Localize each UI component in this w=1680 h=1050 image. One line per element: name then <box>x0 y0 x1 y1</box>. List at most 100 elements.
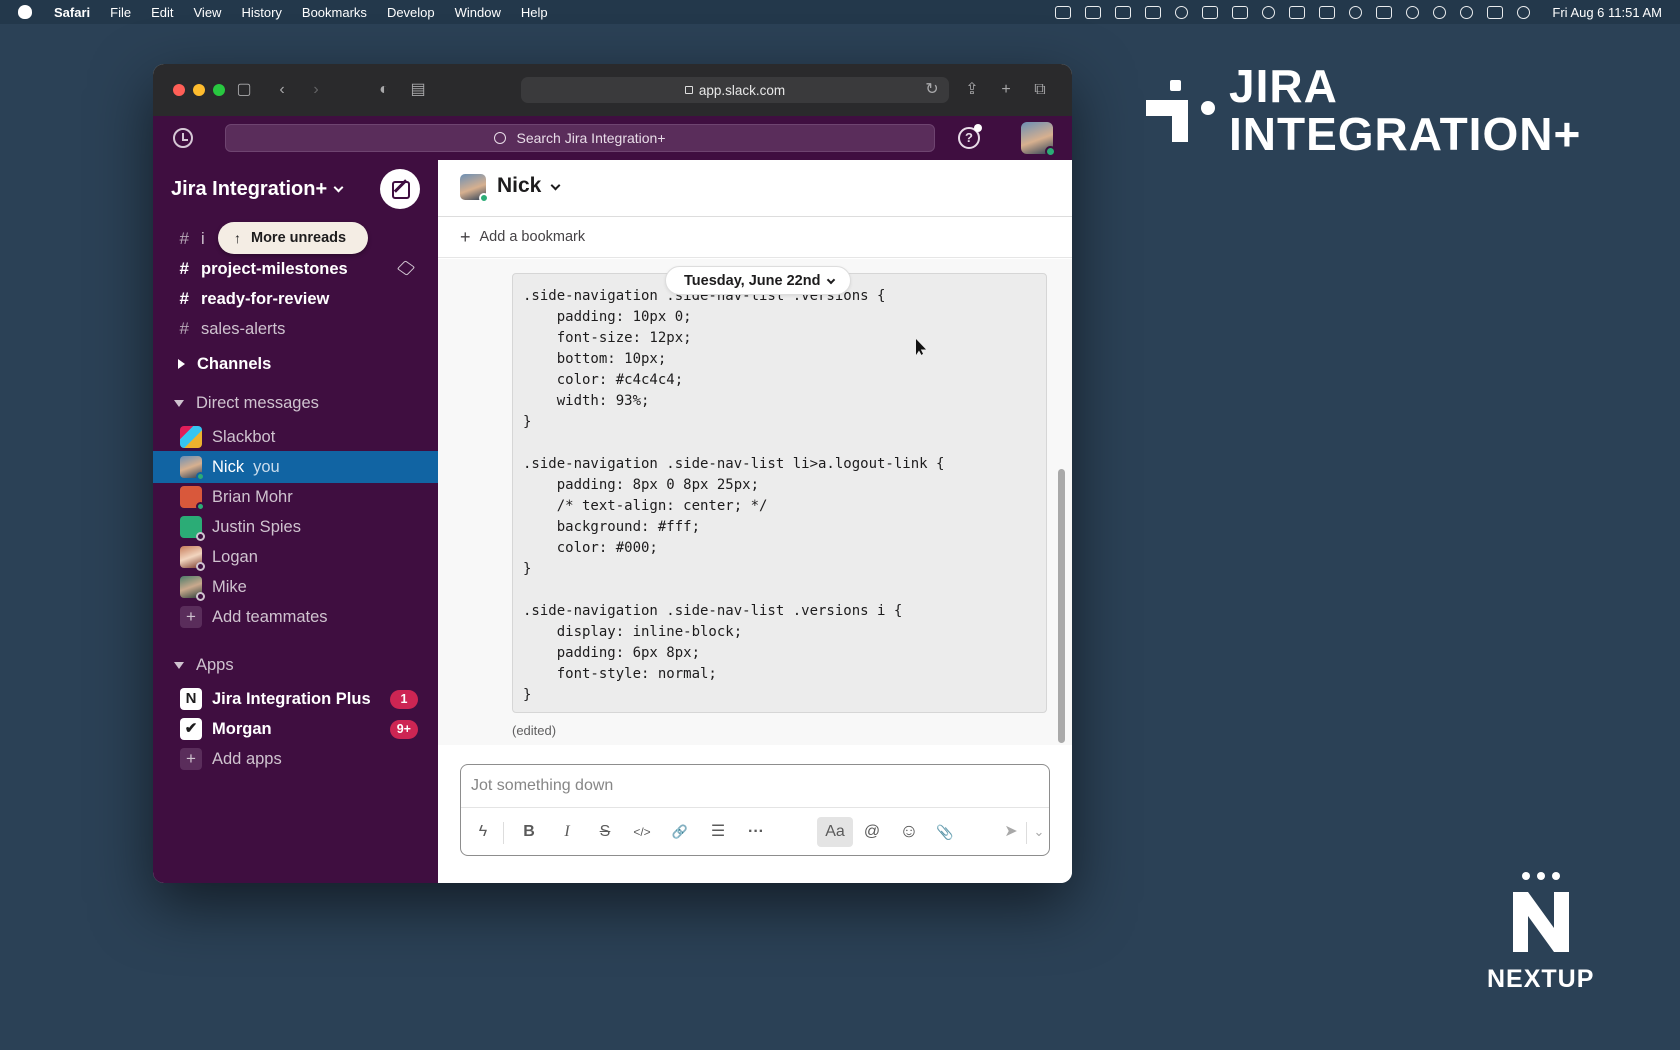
strikethrough-button[interactable]: S <box>590 817 620 847</box>
sidebar-channel-sales-alerts[interactable]: # sales-alerts <box>153 313 438 345</box>
sidebar-dm-mike[interactable]: Mike <box>153 571 438 603</box>
code-line: padding: 8px 0 8px 25px; <box>523 477 760 493</box>
list-icon[interactable]: ☰ <box>703 817 733 847</box>
attach-icon[interactable]: 📎 <box>930 817 960 847</box>
control-center-icon[interactable] <box>1487 5 1504 19</box>
caret-down-icon <box>174 661 184 669</box>
apple-icon[interactable] <box>18 5 32 19</box>
dropbox-icon[interactable] <box>1145 5 1162 19</box>
sidebar-section-apps[interactable]: Apps <box>153 649 438 681</box>
gear-icon[interactable] <box>1262 5 1276 19</box>
code-line: .side-navigation .side-nav-list .version… <box>523 603 903 619</box>
calendar-icon[interactable] <box>1085 5 1102 19</box>
minimize-window-button[interactable] <box>193 84 205 96</box>
history-icon[interactable] <box>173 128 193 148</box>
send-options-icon[interactable]: ⌄ <box>1024 817 1054 847</box>
scroll-thumb[interactable] <box>1058 469 1065 743</box>
reader-icon[interactable]: ▤ <box>409 81 427 99</box>
sidebar-channel-ready-for-review[interactable]: # ready-for-review <box>153 283 438 315</box>
record-icon[interactable] <box>1175 5 1189 19</box>
menu-app-safari[interactable]: Safari <box>54 5 90 20</box>
bold-button[interactable]: B <box>514 817 544 847</box>
menu-edit[interactable]: Edit <box>151 5 173 20</box>
wifi-icon[interactable] <box>1406 5 1420 19</box>
grid-icon[interactable] <box>1319 5 1336 19</box>
link-icon[interactable]: 🔗 <box>665 817 695 847</box>
shortcuts-lightning-icon[interactable]: ϟ <box>468 817 498 847</box>
user-avatar[interactable] <box>1021 122 1056 157</box>
zoom-window-button[interactable] <box>213 84 225 96</box>
p-app-icon[interactable] <box>1202 5 1219 19</box>
close-window-button[interactable] <box>173 84 185 96</box>
menu-bookmarks[interactable]: Bookmarks <box>302 5 367 20</box>
header-avatar[interactable] <box>460 174 489 203</box>
code-button[interactable]: </> <box>627 817 657 847</box>
search-input[interactable]: Search Jira Integration+ <box>225 124 935 152</box>
add-bookmark-link[interactable]: Add a bookmark <box>480 229 586 245</box>
sidebar-dm-brian-mohr[interactable]: Brian Mohr <box>153 481 438 513</box>
sidebar-dm-justin-spies[interactable]: Justin Spies <box>153 511 438 543</box>
menu-window[interactable]: Window <box>455 5 501 20</box>
code-line: color: #000; <box>523 540 658 556</box>
privacy-shield-icon[interactable]: ◐ <box>375 81 393 99</box>
more-formatting-icon[interactable]: ··· <box>741 817 771 847</box>
message-list[interactable]: .side-navigation .side-nav-list .version… <box>438 259 1072 745</box>
emoji-icon[interactable]: ☺ <box>894 817 924 847</box>
menu-develop[interactable]: Develop <box>387 5 435 20</box>
share-icon[interactable]: ⇪ <box>963 81 981 99</box>
forward-icon[interactable]: › <box>307 81 325 99</box>
scrollbar[interactable] <box>1056 259 1066 745</box>
menu-help[interactable]: Help <box>521 5 548 20</box>
nextup-logo-icon <box>1513 872 1569 952</box>
menu-file[interactable]: File <box>110 5 131 20</box>
sidebar-dm-slackbot[interactable]: Slackbot <box>153 421 438 453</box>
date-divider-button[interactable]: Tuesday, June 22nd <box>665 266 852 295</box>
compose-button[interactable] <box>380 169 420 209</box>
sidebar-add-apps[interactable]: + Add apps <box>153 743 438 775</box>
mention-icon[interactable]: @ <box>857 817 887 847</box>
sidebar-section-dms[interactable]: Direct messages <box>153 387 438 419</box>
channel-title[interactable]: Nick <box>497 174 541 198</box>
dm-name: Nick <box>212 457 245 476</box>
sidebar-channel-project-milestones[interactable]: # project-milestones <box>153 253 438 285</box>
battery-icon[interactable] <box>1376 5 1393 19</box>
menu-view[interactable]: View <box>194 5 222 20</box>
plus-icon[interactable]: + <box>460 227 471 248</box>
wordmark-line-1: JIRA <box>1229 60 1338 112</box>
sidebar-toggle-icon[interactable]: ▢ <box>235 81 253 99</box>
back-icon[interactable]: ‹ <box>273 81 291 99</box>
new-tab-icon[interactable]: + <box>997 81 1015 99</box>
bluetooth-icon[interactable] <box>1349 5 1363 19</box>
tab-overview-icon[interactable]: ⧉ <box>1031 81 1049 99</box>
address-bar[interactable]: app.slack.com <box>521 77 949 103</box>
menu-clock[interactable]: Fri Aug 6 11:51 AM <box>1552 5 1662 20</box>
safari-toolbar: ▢ ‹ › ◐ ▤ app.slack.com ↻ ⇪ + ⧉ <box>153 64 1072 116</box>
message-input[interactable] <box>461 765 1049 807</box>
spotlight-icon[interactable] <box>1460 5 1474 19</box>
send-icon[interactable]: ➤ <box>996 817 1026 847</box>
unread-badge: 1 <box>390 690 418 709</box>
camera-icon[interactable] <box>1055 5 1072 19</box>
code-block: .side-navigation .side-nav-list .version… <box>512 273 1047 713</box>
italic-button[interactable]: I <box>552 817 582 847</box>
reload-icon[interactable]: ↻ <box>923 81 941 99</box>
siri-icon[interactable] <box>1517 5 1531 19</box>
away-status-icon <box>196 592 205 601</box>
sidebar-app-jira-integration-plus[interactable]: N Jira Integration Plus 1 <box>153 683 438 715</box>
cloud-icon[interactable] <box>1232 5 1249 19</box>
sidebar-section-channels[interactable]: Channels <box>153 348 438 380</box>
online-status-icon <box>1045 146 1056 157</box>
sidebar-dm-logan[interactable]: Logan <box>153 541 438 573</box>
bookmark-app-icon[interactable] <box>1289 5 1306 19</box>
formatting-toggle-button[interactable]: Aa <box>817 817 853 847</box>
chevron-down-icon[interactable] <box>550 180 561 191</box>
slack-status-icon[interactable] <box>1115 5 1132 19</box>
user-icon[interactable] <box>1433 5 1447 19</box>
sidebar-app-morgan[interactable]: ✔ Morgan 9+ <box>153 713 438 745</box>
more-unreads-button[interactable]: ↑ More unreads <box>218 222 369 254</box>
workspace-menu[interactable]: Jira Integration+ <box>171 178 344 201</box>
sidebar-dm-nick[interactable]: Nick you <box>153 451 438 483</box>
menu-history[interactable]: History <box>241 5 281 20</box>
sidebar-add-teammates[interactable]: + Add teammates <box>153 601 438 633</box>
hash-icon: # <box>179 289 189 308</box>
